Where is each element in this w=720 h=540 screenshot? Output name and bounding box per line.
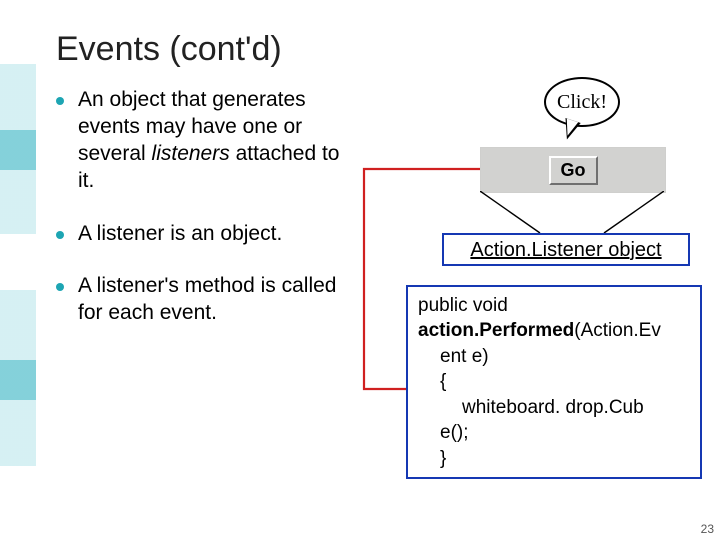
slide-body: An object that generates events may have… bbox=[56, 87, 706, 507]
listener-object-label: Action.Listener object bbox=[470, 239, 661, 261]
code-line-4: whiteboard. drop.Cub bbox=[418, 395, 694, 420]
bullet-1-em: listeners bbox=[152, 142, 230, 165]
diagram: Click! Go Action.Listener object public … bbox=[364, 87, 684, 507]
code-l1a: public void bbox=[418, 295, 508, 316]
bullet-3: A listener's method is called for each e… bbox=[56, 273, 356, 327]
click-label: Click! bbox=[557, 91, 607, 114]
go-button[interactable]: Go bbox=[549, 156, 598, 185]
bullet-2: A listener is an object. bbox=[56, 221, 356, 248]
page-number: 23 bbox=[701, 522, 714, 536]
decorative-strip bbox=[0, 0, 36, 540]
bullet-1: An object that generates events may have… bbox=[56, 87, 356, 195]
code-line-1: public void action.Performed(Action.Ev bbox=[418, 293, 694, 344]
funnel-lines bbox=[480, 191, 664, 235]
code-line-3: { bbox=[418, 369, 694, 394]
code-l1c: (Action.Ev bbox=[574, 320, 661, 341]
bullet-list: An object that generates events may have… bbox=[56, 87, 356, 507]
code-line-2: ent e) bbox=[418, 344, 694, 369]
go-button-panel: Go bbox=[480, 147, 666, 193]
slide: Events (cont'd) An object that generates… bbox=[56, 30, 706, 530]
slide-title: Events (cont'd) bbox=[56, 30, 706, 69]
code-line-6: } bbox=[418, 446, 694, 471]
click-callout: Click! bbox=[544, 77, 620, 127]
code-l1b: action.Performed bbox=[418, 320, 574, 341]
code-box: public void action.Performed(Action.Ev e… bbox=[406, 285, 702, 479]
code-line-5: e(); bbox=[418, 420, 694, 445]
listener-object-box: Action.Listener object bbox=[442, 233, 690, 266]
